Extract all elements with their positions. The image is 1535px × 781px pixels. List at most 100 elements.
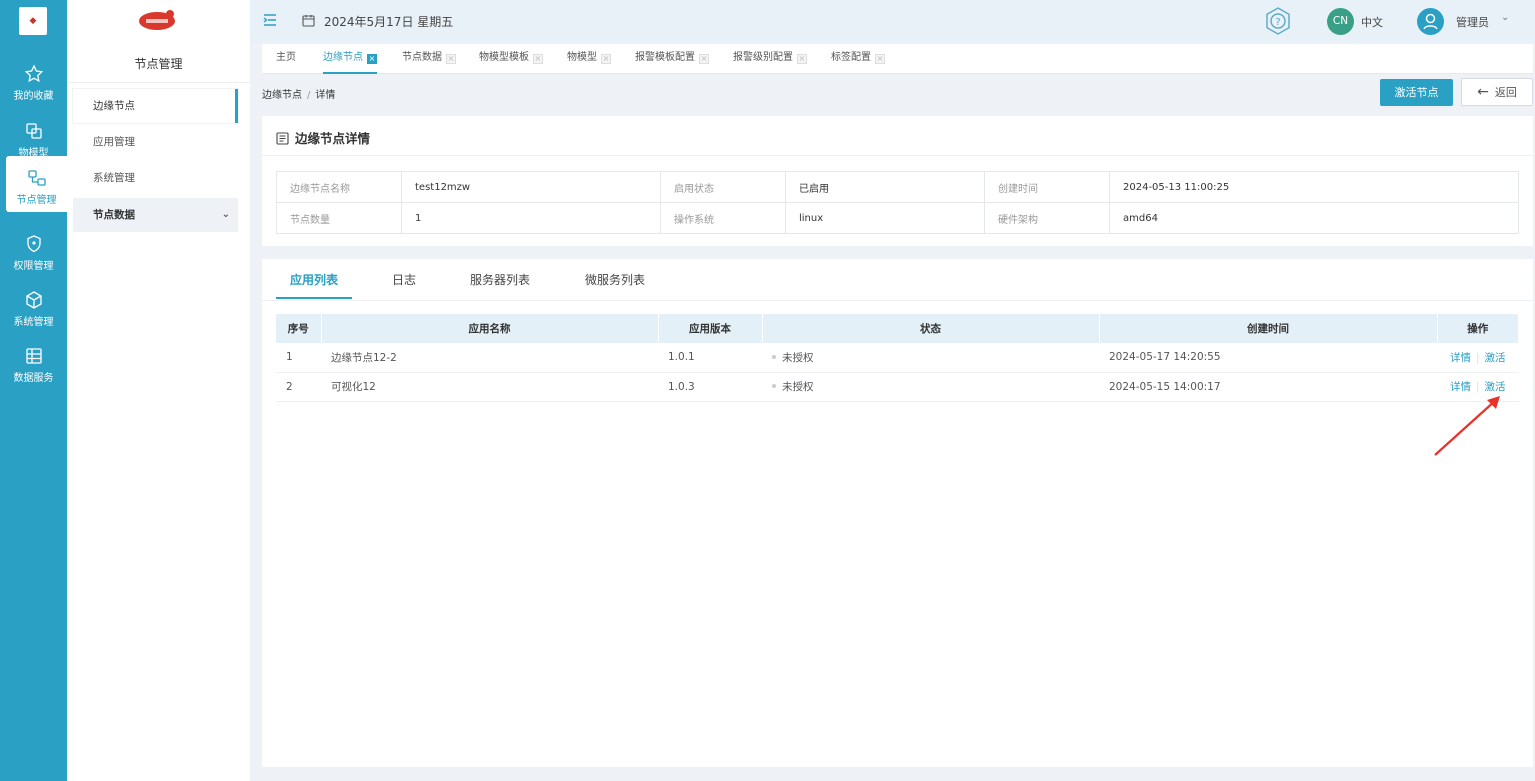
sub-sidebar: 节点管理 边缘节点 应用管理 系统管理 节点数据 ⌄: [67, 0, 250, 781]
close-icon[interactable]: ×: [699, 54, 709, 64]
detail-value: 1: [401, 202, 661, 234]
chevron-down-icon: ⌄: [221, 209, 230, 220]
cell-app-name: 可视化12: [321, 372, 658, 402]
language-badge[interactable]: CN: [1327, 8, 1354, 35]
sidebar-item-system-management[interactable]: 系统管理: [73, 161, 238, 195]
table-row: 2 可视化12 1.0.3 未授权 2024-05-15 14:00:17 详情…: [276, 372, 1519, 402]
app-logo[interactable]: ◆: [19, 7, 47, 35]
table-header-row: 序号 应用名称 应用版本 状态 创建时间 操作: [276, 314, 1519, 343]
edge-node-detail-card: 边缘节点详情 边缘节点名称 test12mzw 启用状态 已启用 创建时间 20…: [262, 116, 1533, 246]
activate-node-button[interactable]: 激活节点: [1380, 79, 1453, 106]
tab-label: 边缘节点: [323, 52, 363, 63]
close-icon[interactable]: ×: [875, 54, 885, 64]
detail-label: 启用状态: [660, 171, 786, 203]
column-header: 状态: [762, 314, 1100, 343]
tab-server-list[interactable]: 服务器列表: [470, 271, 530, 299]
tab-label: 报警级别配置: [733, 52, 793, 63]
close-icon[interactable]: ×: [367, 54, 377, 64]
column-header: 创建时间: [1099, 314, 1438, 343]
tab-alarm-level[interactable]: 报警级别配置 ×: [733, 44, 807, 74]
data-icon: [25, 348, 42, 364]
rail-item-permission[interactable]: 权限管理: [0, 222, 67, 278]
tab-label: 报警模板配置: [635, 52, 695, 63]
close-icon[interactable]: ×: [797, 54, 807, 64]
cell-index: 2: [276, 372, 321, 402]
tab-label: 物模型模板: [479, 52, 529, 63]
tab-label: 主页: [276, 52, 296, 63]
tab-tag-config[interactable]: 标签配置 ×: [831, 44, 885, 74]
menu-toggle-icon[interactable]: [263, 13, 277, 27]
back-button[interactable]: ← 返回: [1461, 78, 1533, 106]
user-icon: [1423, 13, 1438, 30]
chevron-down-icon[interactable]: ⌄: [1501, 12, 1509, 23]
tab-logs[interactable]: 日志: [392, 271, 416, 299]
close-icon[interactable]: ×: [601, 54, 611, 64]
tab-node-data[interactable]: 节点数据 ×: [402, 44, 456, 74]
breadcrumb: 边缘节点 / 详情: [262, 86, 335, 101]
calendar-icon: [302, 15, 315, 27]
model-icon: [25, 123, 42, 139]
sidebar-item-label: 边缘节点: [93, 100, 135, 112]
breadcrumb-current: 详情: [315, 90, 336, 101]
rail-label: 数据服务: [13, 373, 54, 384]
annotation-arrow-icon: [1434, 396, 1500, 456]
activate-link[interactable]: 激活: [1485, 352, 1506, 364]
sidebar-item-label: 节点数据: [93, 209, 135, 221]
column-header: 序号: [276, 314, 322, 343]
sidebar-group-node-data[interactable]: 节点数据 ⌄: [73, 198, 238, 232]
divider: [262, 300, 1533, 301]
detail-value: test12mzw: [401, 171, 661, 203]
back-button-label: 返回: [1494, 86, 1517, 99]
tab-microservice-list[interactable]: 微服务列表: [585, 271, 645, 299]
rail-item-data-service[interactable]: 数据服务: [0, 334, 67, 390]
sidebar-item-label: 系统管理: [93, 172, 135, 184]
column-header: 操作: [1437, 314, 1519, 343]
divider: |: [1475, 351, 1480, 364]
cube-icon: [25, 291, 42, 309]
tab-model-template[interactable]: 物模型模板 ×: [479, 44, 543, 74]
svg-text:?: ?: [1275, 17, 1280, 28]
detail-link[interactable]: 详情: [1450, 352, 1471, 364]
cell-status: 未授权: [762, 343, 1099, 373]
rail-item-favorites[interactable]: 我的收藏: [0, 52, 67, 108]
help-icon[interactable]: ?: [1263, 6, 1293, 36]
icon-rail: ◆ 我的收藏 物模型 节点管理 权限管理 系统管理 数据服务: [0, 0, 67, 781]
language-label[interactable]: 中文: [1361, 14, 1383, 30]
detail-value: linux: [785, 202, 985, 234]
rail-label: 系统管理: [13, 317, 54, 328]
arrow-left-icon: ←: [1477, 84, 1489, 100]
rail-label: 我的收藏: [13, 91, 54, 102]
close-icon[interactable]: ×: [533, 54, 543, 64]
open-tabs-bar: 主页 边缘节点 × 节点数据 × 物模型模板 × 物模型 × 报警模板配置 × 报警级别配…: [262, 44, 1533, 74]
detail-label: 创建时间: [984, 171, 1110, 203]
detail-value: amd64: [1109, 202, 1519, 234]
status-text: 未授权: [782, 351, 814, 364]
sidebar-item-app-management[interactable]: 应用管理: [73, 125, 238, 159]
status-dot-icon: [772, 384, 776, 388]
breadcrumb-separator: /: [307, 90, 311, 101]
detail-label: 操作系统: [660, 202, 786, 234]
cell-index: 1: [276, 343, 321, 373]
rail-item-system[interactable]: 系统管理: [0, 278, 67, 334]
current-date: 2024年5月17日 星期五: [324, 15, 454, 29]
user-name[interactable]: 管理员: [1456, 14, 1489, 30]
sidebar-item-edge-node[interactable]: 边缘节点: [73, 89, 238, 123]
avatar[interactable]: [1417, 8, 1444, 35]
tab-label: 标签配置: [831, 52, 871, 63]
close-icon[interactable]: ×: [446, 54, 456, 64]
rail-item-node[interactable]: 节点管理: [6, 156, 67, 212]
detail-table: 边缘节点名称 test12mzw 启用状态 已启用 创建时间 2024-05-1…: [276, 171, 1519, 234]
tab-label: 物模型: [567, 52, 597, 63]
tab-app-list[interactable]: 应用列表: [276, 271, 352, 299]
tab-edge-node[interactable]: 边缘节点 ×: [323, 44, 377, 74]
detail-label: 硬件架构: [984, 202, 1110, 234]
breadcrumb-parent[interactable]: 边缘节点: [262, 90, 302, 101]
tab-home[interactable]: 主页: [276, 44, 296, 74]
detail-label: 节点数量: [276, 202, 402, 234]
brand-logo: [139, 10, 175, 30]
tab-model[interactable]: 物模型 ×: [567, 44, 611, 74]
cell-created: 2024-05-17 14:20:55: [1099, 343, 1437, 373]
detail-value: 2024-05-13 11:00:25: [1109, 171, 1519, 203]
tab-alarm-template[interactable]: 报警模板配置 ×: [635, 44, 709, 74]
cell-status: 未授权: [762, 372, 1099, 402]
